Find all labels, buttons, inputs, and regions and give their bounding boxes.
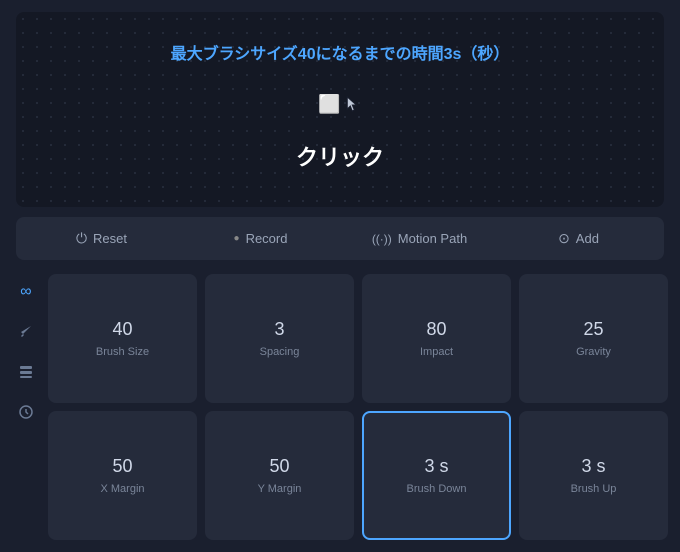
brush-size-label: Brush Size xyxy=(96,346,149,358)
gravity-label: Gravity xyxy=(576,346,611,358)
add-icon: ⊙ xyxy=(558,230,570,247)
sidebar-icon-brush[interactable] xyxy=(12,318,40,346)
y-margin-label: Y Margin xyxy=(258,483,302,495)
gravity-value: 25 xyxy=(583,319,603,340)
y-margin-value: 50 xyxy=(269,456,289,477)
x-margin-value: 50 xyxy=(112,456,132,477)
sidebar-icon-infinity[interactable]: ∞ xyxy=(12,278,40,306)
sidebar: ∞ xyxy=(8,270,44,544)
motion-path-label: Motion Path xyxy=(398,231,467,246)
motion-path-icon: ((·)) xyxy=(372,232,392,246)
sidebar-icon-clock[interactable] xyxy=(12,398,40,426)
brush-up-value: 3 s xyxy=(581,456,605,477)
x-margin-label: X Margin xyxy=(100,483,144,495)
preview-area[interactable]: 最大ブラシサイズ40になるまでの時間3s（秒） ⬜ クリック xyxy=(16,12,664,207)
grid-cell-y-margin[interactable]: 50 Y Margin xyxy=(205,411,354,540)
reset-label: Reset xyxy=(93,231,127,246)
main-container: 最大ブラシサイズ40になるまでの時間3s（秒） ⬜ クリック ⏻ Reset ●… xyxy=(0,0,680,552)
brush-down-value: 3 s xyxy=(424,456,448,477)
cursor-icon: ⬜ xyxy=(318,94,361,115)
record-button[interactable]: ● Record xyxy=(183,224,338,253)
record-icon: ● xyxy=(234,233,240,244)
add-label: Add xyxy=(576,231,599,246)
grid-cell-impact[interactable]: 80 Impact xyxy=(362,274,511,403)
grid-cell-gravity[interactable]: 25 Gravity xyxy=(519,274,668,403)
preview-click-text: クリック xyxy=(296,140,384,172)
grid-cell-brush-size[interactable]: 40 Brush Size xyxy=(48,274,197,403)
spacing-value: 3 xyxy=(274,319,284,340)
impact-value: 80 xyxy=(426,319,446,340)
impact-label: Impact xyxy=(420,346,453,358)
reset-icon: ⏻ xyxy=(76,230,87,247)
add-button[interactable]: ⊙ Add xyxy=(501,223,656,254)
content-area: ∞ xyxy=(0,270,680,552)
brush-down-label: Brush Down xyxy=(407,483,467,495)
record-label: Record xyxy=(246,231,288,246)
brush-up-label: Brush Up xyxy=(571,483,617,495)
reset-button[interactable]: ⏻ Reset xyxy=(24,223,179,254)
spacing-label: Spacing xyxy=(260,346,300,358)
grid-cell-brush-down[interactable]: 3 s Brush Down xyxy=(362,411,511,540)
brush-size-value: 40 xyxy=(112,319,132,340)
motion-path-button[interactable]: ((·)) Motion Path xyxy=(342,224,497,253)
toolbar: ⏻ Reset ● Record ((·)) Motion Path ⊙ Add xyxy=(16,217,664,260)
preview-top-text: 最大ブラシサイズ40になるまでの時間3s（秒） xyxy=(171,40,510,64)
sidebar-icon-layers[interactable] xyxy=(12,358,40,386)
grid-cell-x-margin[interactable]: 50 X Margin xyxy=(48,411,197,540)
grid-container: 40 Brush Size 3 Spacing 80 Impact 25 Gra… xyxy=(44,270,672,544)
grid-cell-spacing[interactable]: 3 Spacing xyxy=(205,274,354,403)
grid-cell-brush-up[interactable]: 3 s Brush Up xyxy=(519,411,668,540)
